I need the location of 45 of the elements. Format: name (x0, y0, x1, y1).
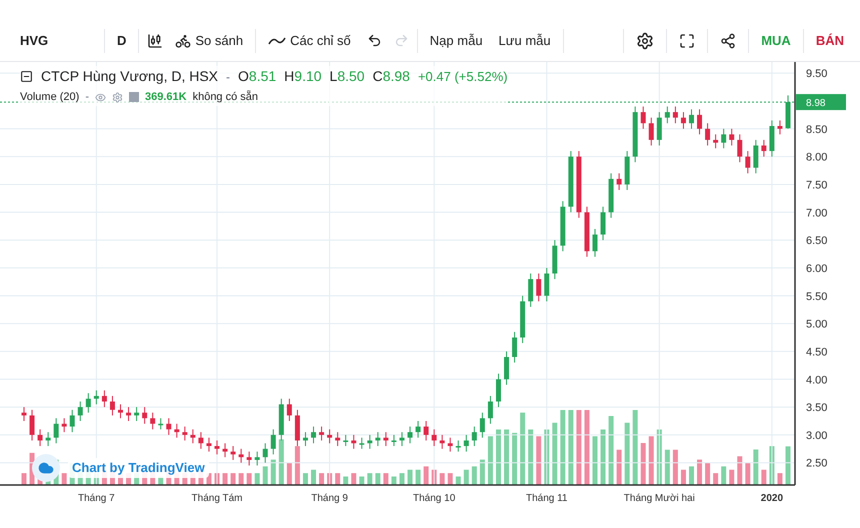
axis-label: 5.50 (806, 290, 828, 303)
legend-title: CTCP Hùng Vương, D, HSX (41, 67, 218, 86)
axis-label: Tháng Mười hai (624, 493, 695, 504)
volume-note: không có sẵn (192, 90, 258, 105)
ohlc-label: L (330, 67, 338, 86)
price-change: +0.47 (+5.52%) (418, 68, 508, 86)
axis-label: 5.00 (806, 318, 828, 331)
axis-label: 6.50 (806, 235, 828, 248)
compare-button[interactable]: So sánh (167, 30, 252, 50)
ohlc-value: 8.51 (248, 67, 276, 86)
axis-label: 7.50 (806, 179, 828, 192)
axis-label: 6.00 (806, 262, 828, 275)
axis-label: Tháng 7 (78, 493, 115, 504)
sell-button[interactable]: BÁN (808, 30, 852, 50)
volume-title: Volume (20) (20, 90, 80, 105)
axis-label: Tháng 9 (311, 493, 348, 504)
interval-button[interactable]: D (109, 30, 134, 50)
axis-label: 3.50 (806, 402, 828, 414)
volume-value: 369.61K (144, 90, 187, 105)
axis-label: 3.00 (806, 430, 828, 442)
load-template-button[interactable]: Nạp mẫu (422, 30, 491, 50)
axis-label: Tháng 11 (526, 493, 568, 504)
axis-label: 4.50 (806, 346, 828, 358)
axis-label: Tháng Tám (192, 493, 242, 504)
price-tag-label: 8.98 (806, 98, 826, 110)
axis-label: 8.00 (806, 152, 828, 164)
axis-label: 7.00 (806, 207, 828, 220)
ohlc-value: 8.98 (382, 67, 410, 86)
ohlc-value: 9.10 (294, 67, 322, 86)
legend-caret[interactable]: - (226, 68, 230, 84)
symbol-button[interactable]: HVG (20, 30, 100, 50)
ohlc-value: 8.50 (337, 67, 365, 86)
axis-label: 2.50 (806, 458, 828, 470)
axis-label: 2020 (760, 493, 784, 504)
volume-caret[interactable]: - (85, 89, 89, 106)
indicators-button[interactable]: Các chỉ số (260, 30, 359, 50)
ohlc-label: H (284, 67, 294, 86)
tradingview-link[interactable]: Chart by TradingView (68, 458, 209, 478)
axis-label: 8.50 (806, 124, 828, 136)
ohlc-label: O (238, 67, 249, 86)
axis-label: 9.50 (806, 68, 828, 80)
ohlc-label: C (372, 67, 383, 86)
save-template-button[interactable]: Lưu mẫu (490, 30, 559, 50)
axis-label: Tháng 10 (413, 493, 456, 504)
axis-label: 4.00 (806, 374, 828, 386)
